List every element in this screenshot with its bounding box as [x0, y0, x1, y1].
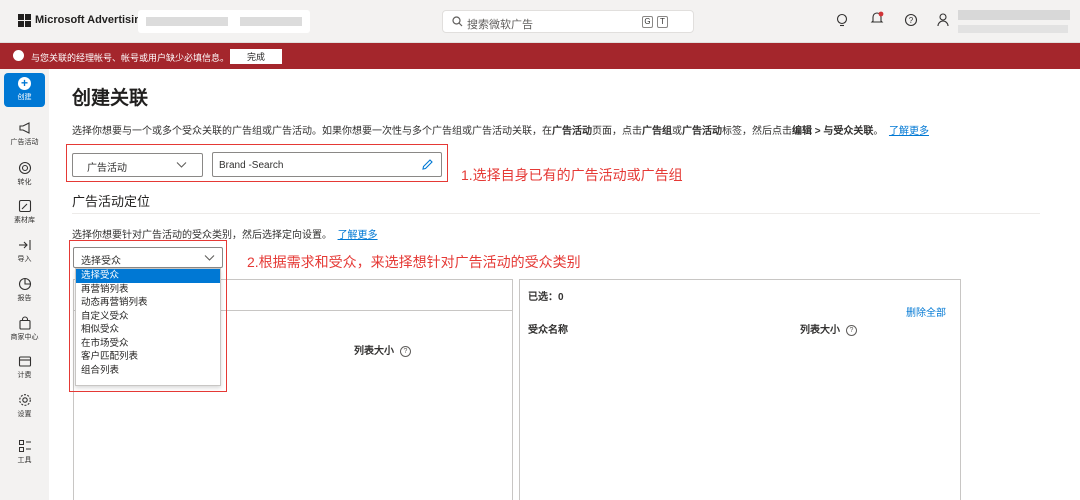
report-icon [18, 277, 31, 291]
annotation-note-2: 2.根据需求和受众，来选择想针对广告活动的受众类别 [247, 254, 581, 270]
shopping-bag-icon [18, 316, 31, 330]
gear-icon [18, 394, 31, 406]
annotation-box-2 [69, 240, 227, 392]
account-selector[interactable] [138, 10, 310, 33]
user-account-redacted [958, 25, 1068, 33]
column-header-list-size[interactable]: 列表大小? [800, 321, 857, 336]
microsoft-logo-icon [18, 14, 31, 27]
column-header-list-size[interactable]: 列表大小? [354, 342, 411, 357]
nav-item-asset-library[interactable]: 素材库 [0, 199, 49, 225]
nav-label: 计费 [17, 372, 32, 379]
search-icon [452, 16, 463, 27]
nav-item-settings[interactable]: 设置 [0, 393, 49, 419]
alert-banner: 与您关联的经理帐号、帐号或用户缺少必填信息。 完成 [0, 43, 1080, 69]
annotation-note-1: 1.选择自身已有的广告活动或广告组 [461, 167, 683, 183]
learn-more-link-2[interactable]: 了解更多 [338, 230, 378, 241]
megaphone-icon [18, 122, 30, 134]
nav-item-tools[interactable]: 工具 [0, 439, 49, 465]
nav-label: 转化 [17, 179, 32, 186]
billing-icon [18, 356, 31, 367]
remove-all-link[interactable]: 删除全部 [906, 304, 946, 319]
plus-icon: + [18, 77, 31, 90]
column-header-audience-name[interactable]: 受众名称 [528, 321, 568, 336]
target-icon [18, 161, 31, 175]
left-nav: + 创建 广告活动 转化 素材库 导入 报告 商家中心 计费 设置 工具 [0, 69, 49, 500]
section-title-campaign-targeting: 广告活动定位 [72, 194, 151, 209]
lightbulb-icon[interactable] [835, 13, 849, 27]
selected-audiences-panel: 已选：0 删除全部 受众名称 列表大小? [519, 279, 961, 500]
search-input[interactable]: 搜索微软广告 G T [442, 10, 694, 33]
bell-icon[interactable] [870, 11, 884, 26]
selected-count: 已选：0 [528, 292, 564, 303]
nav-label: 商家中心 [10, 334, 39, 341]
brand-logo[interactable]: Microsoft Advertising [18, 14, 148, 27]
nav-item-merchant-center[interactable]: 商家中心 [0, 316, 49, 342]
alert-icon [13, 50, 24, 61]
user-name-redacted[interactable] [958, 10, 1070, 20]
nav-item-billing[interactable]: 计费 [0, 354, 49, 380]
nav-label: 设置 [17, 411, 32, 418]
import-icon [18, 240, 31, 250]
targeting-description: 选择你想要针对广告活动的受众类别，然后选择定向设置。 了解更多 [72, 230, 378, 241]
learn-more-link[interactable]: 了解更多 [889, 126, 929, 137]
nav-label: 素材库 [14, 217, 35, 224]
top-bar: Microsoft Advertising 搜索微软广告 G T ? [0, 0, 1080, 43]
nav-item-reports[interactable]: 报告 [0, 277, 49, 303]
alert-complete-button[interactable]: 完成 [230, 49, 282, 64]
nav-item-campaigns[interactable]: 广告活动 [0, 121, 49, 147]
shortcut-g-key: G [642, 16, 653, 28]
nav-item-conversions[interactable]: 转化 [0, 161, 49, 187]
tools-icon [18, 440, 31, 452]
alert-message: 与您关联的经理帐号、帐号或用户缺少必填信息。 [31, 53, 230, 63]
image-edit-icon [18, 199, 31, 213]
page-description: 选择你想要与一个或多个受众关联的广告组或广告活动。如果你想要一次性与多个广告组或… [72, 126, 929, 137]
nav-label: 工具 [17, 457, 32, 464]
nav-label: 广告活动 [10, 139, 39, 146]
svg-text:?: ? [909, 16, 914, 25]
nav-label: 导入 [17, 256, 32, 263]
create-label: 创建 [17, 94, 32, 101]
nav-label: 报告 [17, 295, 32, 302]
info-icon[interactable]: ? [400, 345, 411, 357]
section-divider [72, 213, 1040, 214]
shortcut-t-key: T [657, 16, 668, 28]
search-placeholder: 搜索微软广告 [467, 19, 533, 31]
info-icon[interactable]: ? [846, 324, 857, 336]
create-button[interactable]: + 创建 [4, 73, 45, 107]
user-icon[interactable] [937, 13, 949, 27]
nav-item-import[interactable]: 导入 [0, 238, 49, 264]
brand-name: Microsoft Advertising [35, 14, 148, 26]
annotation-box-1 [66, 144, 448, 182]
help-icon[interactable]: ? [904, 13, 918, 27]
page-title: 创建关联 [72, 88, 149, 109]
